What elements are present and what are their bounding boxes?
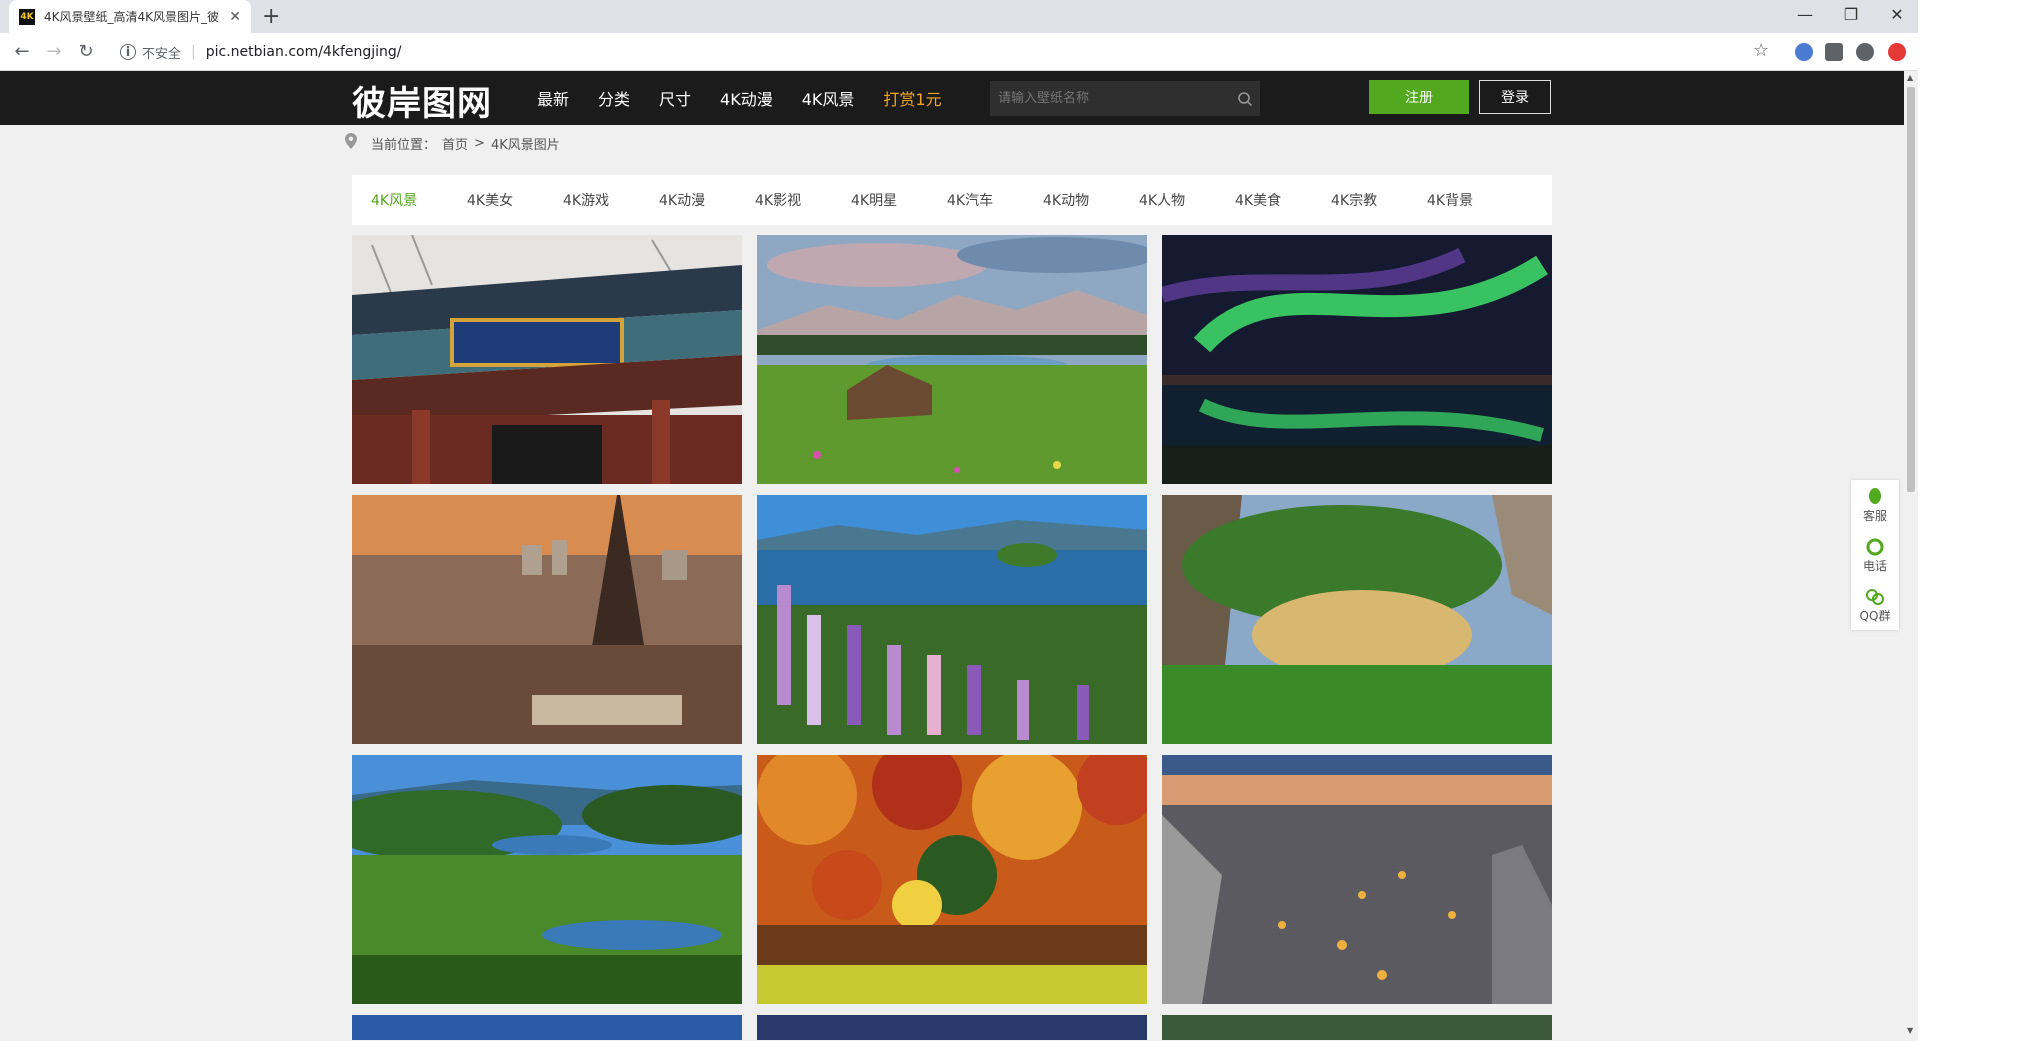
category-4k-backgrounds[interactable]: 4K背景 — [1427, 190, 1523, 210]
category-4k-people[interactable]: 4K人物 — [1139, 190, 1235, 210]
nav-categories[interactable]: 分类 — [598, 86, 630, 110]
insecure-label: 不安全 — [142, 46, 182, 62]
thumbnail-aurora-over-lake[interactable] — [1162, 235, 1552, 484]
thumbnail-partial-row-2[interactable] — [757, 1015, 1147, 1040]
separator: | — [191, 44, 196, 60]
nav-latest[interactable]: 最新 — [537, 86, 569, 110]
breadcrumb-home[interactable]: 首页 — [442, 134, 468, 153]
close-window-button[interactable]: ✕ — [1874, 0, 1920, 29]
extension-bird-icon[interactable] — [1795, 43, 1813, 61]
scroll-down-icon[interactable]: ▼ — [1907, 1026, 1913, 1035]
thumbnail-partial-row-3[interactable] — [1162, 1015, 1552, 1040]
category-4k-food[interactable]: 4K美食 — [1235, 190, 1331, 210]
desktop-background — [1918, 0, 2044, 1041]
customer-service-button[interactable]: 客服 — [1851, 480, 1899, 530]
url-text[interactable]: pic.netbian.com/4kfengjing/ — [206, 44, 402, 60]
breadcrumb-separator: > — [474, 135, 485, 151]
site-logo[interactable]: 彼岸图网 — [352, 76, 492, 125]
phone-button[interactable]: 电话 — [1851, 530, 1899, 580]
qq-penguin-icon — [1869, 487, 1881, 504]
qq-group-label: QQ群 — [1859, 608, 1891, 623]
phone-icon — [1866, 538, 1884, 555]
new-tab-button[interactable]: + — [262, 4, 280, 29]
category-4k-film[interactable]: 4K影视 — [755, 190, 851, 210]
thumbnail-lupine-flowers-lake[interactable] — [757, 495, 1147, 744]
main-nav: 最新 分类 尺寸 4K动漫 4K风景 打赏1元 — [537, 71, 971, 125]
thumbnail-eiffel-tower-paris[interactable] — [352, 495, 742, 744]
web-page: 彼岸图网 最新 分类 尺寸 4K动漫 4K风景 打赏1元 注册 登录 当前位置：… — [0, 71, 1904, 1041]
extensions-puzzle-icon[interactable] — [1825, 43, 1843, 61]
update-icon[interactable] — [1888, 43, 1906, 61]
browser-tabstrip: 4K 4K风景壁纸_高清4K风景图片_彼 ✕ + — ❐ ✕ — [0, 0, 2044, 33]
info-icon[interactable]: i — [120, 44, 136, 60]
search-box — [990, 81, 1260, 116]
thumbnail-river-valley-forest[interactable] — [352, 755, 742, 1004]
thumbnail-partial-row-1[interactable] — [352, 1015, 742, 1040]
customer-service-label: 客服 — [1862, 508, 1887, 523]
breadcrumb-label: 当前位置： — [371, 137, 437, 153]
tab-close-icon[interactable]: ✕ — [229, 9, 241, 25]
reload-icon[interactable]: ↻ — [74, 41, 98, 62]
nav-sizes[interactable]: 尺寸 — [659, 86, 691, 110]
category-4k-landscape[interactable]: 4K风景 — [371, 190, 467, 210]
nav-donate[interactable]: 打赏1元 — [883, 86, 941, 110]
category-4k-religion[interactable]: 4K宗教 — [1331, 190, 1427, 210]
qq-group-button[interactable]: QQ群 — [1851, 580, 1899, 630]
minimize-button[interactable]: — — [1782, 0, 1828, 29]
browser-toolbar: ← → ↻ i 不安全 | pic.netbian.com/4kfengjing… — [0, 33, 2044, 71]
thumbnail-alpine-meadow-hut[interactable] — [757, 235, 1147, 484]
profile-icon[interactable] — [1856, 43, 1874, 61]
breadcrumb: 当前位置： 首页 > 4K风景图片 — [345, 133, 566, 153]
login-button[interactable]: 登录 — [1479, 80, 1551, 114]
scrollbar-thumb[interactable] — [1907, 87, 1915, 492]
breadcrumb-current: 4K风景图片 — [490, 137, 560, 153]
category-bar: 4K风景 4K美女 4K游戏 4K动漫 4K影视 4K明星 4K汽车 4K动物 … — [352, 175, 1552, 225]
category-4k-games[interactable]: 4K游戏 — [563, 190, 659, 210]
category-4k-beauty[interactable]: 4K美女 — [467, 190, 563, 210]
category-4k-stars[interactable]: 4K明星 — [851, 190, 947, 210]
category-4k-anime[interactable]: 4K动漫 — [659, 190, 755, 210]
category-4k-animals[interactable]: 4K动物 — [1043, 190, 1139, 210]
scroll-up-icon[interactable]: ▲ — [1907, 73, 1913, 82]
nav-4k-landscape[interactable]: 4K风景 — [802, 86, 855, 110]
back-arrow-icon[interactable]: ← — [10, 41, 34, 62]
phone-label: 电话 — [1862, 558, 1887, 573]
thumbnail-zhangjiajie-cliff[interactable] — [1162, 495, 1552, 744]
thumbnail-peking-university-gate[interactable] — [352, 235, 742, 484]
site-header: 彼岸图网 最新 分类 尺寸 4K动漫 4K风景 打赏1元 注册 登录 — [0, 71, 1904, 125]
tab-title: 4K风景壁纸_高清4K风景图片_彼 — [44, 10, 220, 24]
register-button[interactable]: 注册 — [1369, 80, 1469, 114]
nav-4k-anime[interactable]: 4K动漫 — [720, 86, 773, 110]
thumbnail-autumn-forest-reflection[interactable] — [757, 755, 1147, 1004]
location-pin-icon — [345, 133, 357, 153]
browser-tab[interactable]: 4K 4K风景壁纸_高清4K风景图片_彼 ✕ — [9, 0, 251, 33]
forward-arrow-icon[interactable]: → — [42, 41, 66, 62]
site-favicon-icon: 4K — [19, 8, 35, 25]
search-input[interactable] — [998, 91, 1230, 106]
contact-sidebar: 客服 电话 QQ群 — [1851, 480, 1899, 630]
page-scrollbar[interactable]: ▲ ▼ — [1904, 71, 1918, 1041]
search-icon[interactable] — [1230, 91, 1260, 107]
restore-button[interactable]: ❐ — [1828, 0, 1874, 29]
address-bar[interactable]: i 不安全 | pic.netbian.com/4kfengjing/ — [108, 37, 1768, 67]
category-4k-cars[interactable]: 4K汽车 — [947, 190, 1043, 210]
qq-group-icon — [1866, 588, 1884, 605]
thumbnail-cappadocia-night[interactable] — [1162, 755, 1552, 1004]
bookmark-star-icon[interactable]: ☆ — [1753, 40, 1769, 61]
